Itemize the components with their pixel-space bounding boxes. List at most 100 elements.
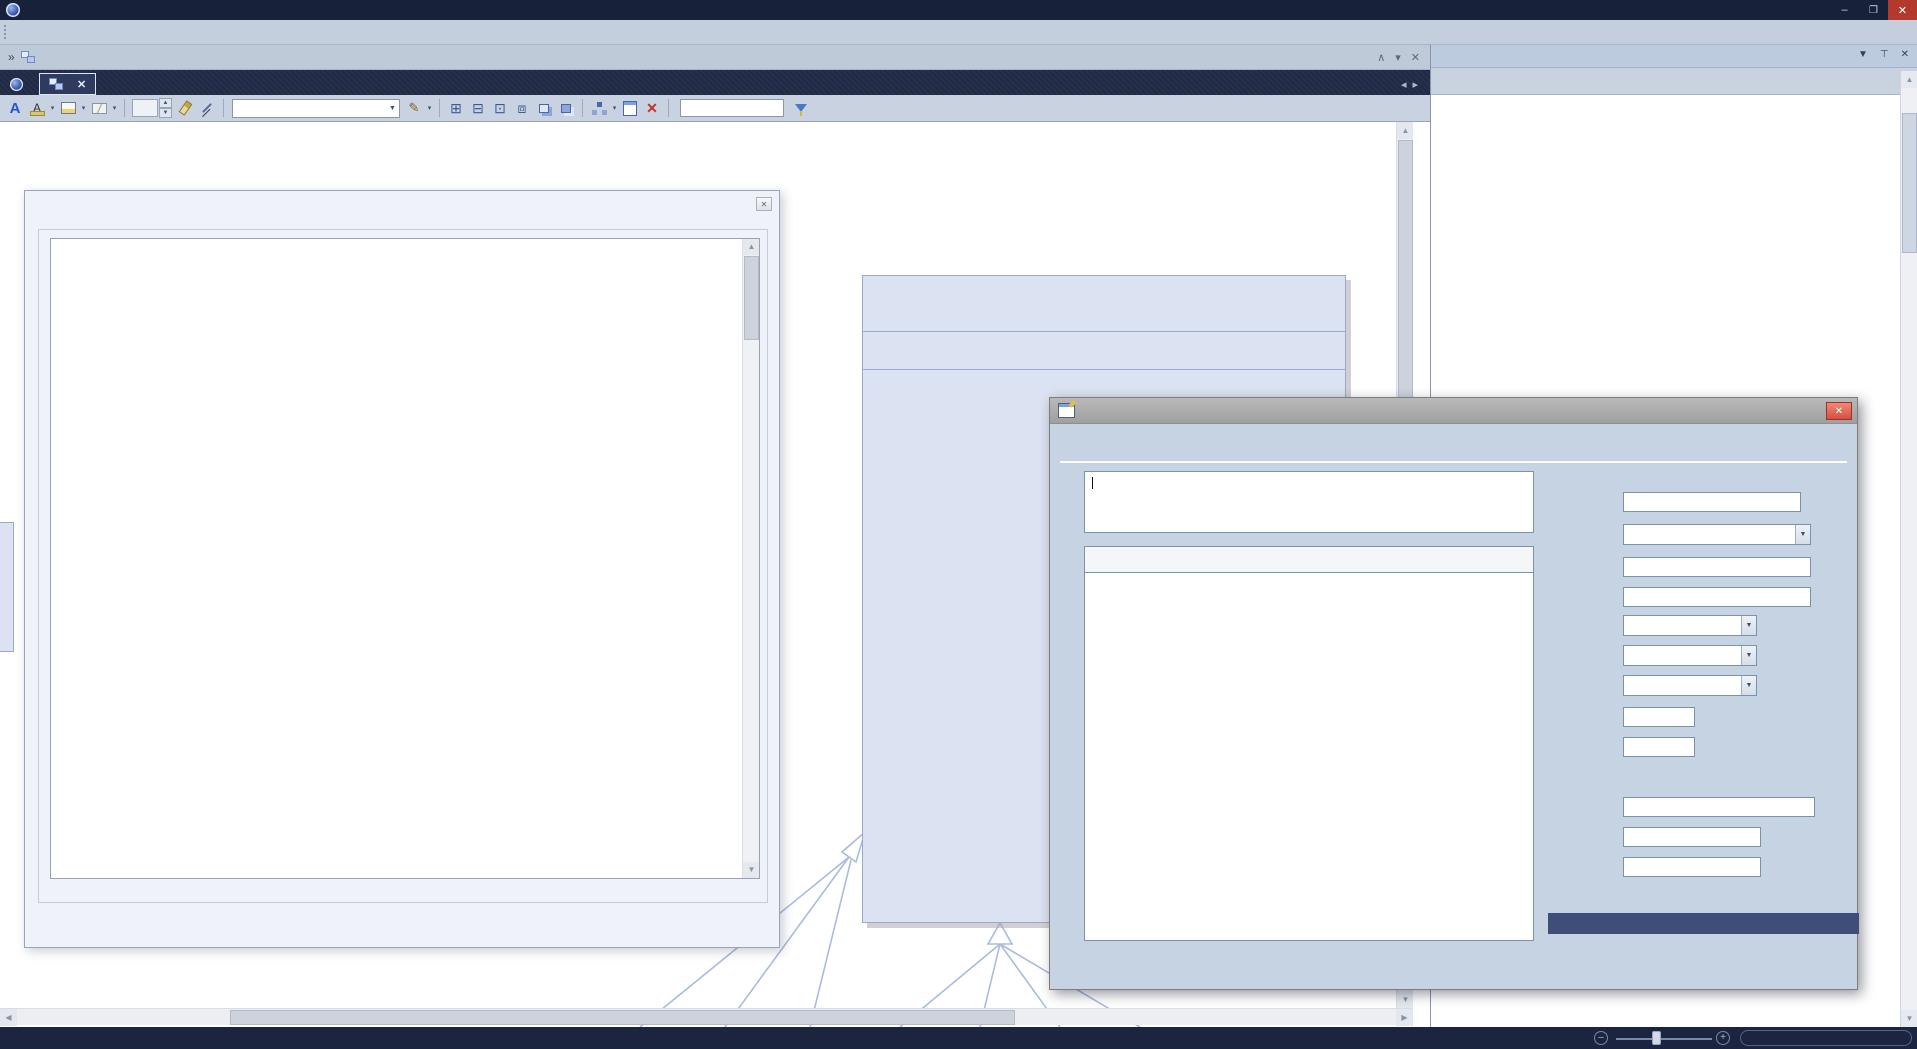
bring-to-front-icon[interactable] xyxy=(533,98,555,118)
align-elements-icon[interactable] xyxy=(445,98,467,118)
make-same-size-icon[interactable] xyxy=(511,98,533,118)
filter-icon[interactable] xyxy=(790,98,812,118)
line-width-down-icon[interactable]: ▼ xyxy=(159,108,172,118)
dialog-titlebar: ✕ xyxy=(1050,398,1857,424)
menu-bar xyxy=(0,20,1917,45)
hierarchy-dropdown-icon[interactable]: ▾ xyxy=(610,98,619,118)
format-toolbar: ▾ ▾ ▾ ▲▼ ▼ ▾ ▾ xyxy=(0,95,1430,122)
close-dialog-button[interactable]: ✕ xyxy=(756,197,772,211)
language-combo[interactable]: ▼ xyxy=(1623,675,1757,696)
zoom-slider-thumb[interactable] xyxy=(1652,1031,1661,1045)
scroll-up-icon[interactable]: ▲ xyxy=(1901,71,1917,88)
delete-icon[interactable] xyxy=(641,98,663,118)
font-color-icon[interactable] xyxy=(26,98,48,118)
pin-icon[interactable]: ⊤ xyxy=(1880,49,1889,60)
quick-search-input[interactable] xyxy=(680,99,784,117)
status-combo[interactable]: ▼ xyxy=(1623,524,1811,545)
properties-dialog-icon xyxy=(1058,403,1075,418)
line-width-value[interactable] xyxy=(132,99,158,117)
scroll-up-icon[interactable]: ▲ xyxy=(1397,122,1413,139)
pane-menu-icon[interactable]: ▾ xyxy=(1395,51,1401,64)
line-width-stepper[interactable]: ▲▼ xyxy=(132,98,172,118)
chevron-down-icon[interactable]: ▼ xyxy=(1741,646,1756,665)
pane-menu-icon[interactable]: ▼ xyxy=(1858,49,1868,60)
style-combo[interactable]: ▼ xyxy=(232,99,400,118)
toolbar-overflow-icon[interactable]: » xyxy=(8,50,15,64)
stereotype-field[interactable] xyxy=(1623,492,1801,512)
zoom-slider[interactable]: – + xyxy=(1594,1030,1734,1046)
align-edges-icon[interactable] xyxy=(467,98,489,118)
scroll-down-icon[interactable]: ▼ xyxy=(1397,991,1413,1008)
alias-field[interactable] xyxy=(1623,557,1811,577)
eyedropper-icon[interactable] xyxy=(196,98,218,118)
fill-color-dropdown-icon[interactable]: ▾ xyxy=(79,98,88,118)
partial-class-element[interactable] xyxy=(0,522,14,652)
document-tab-bar: ✕ ◂▸ xyxy=(0,70,1430,95)
log-scroll-thumb[interactable] xyxy=(744,256,759,340)
close-dialog-button[interactable]: ✕ xyxy=(1826,402,1852,420)
font-icon[interactable] xyxy=(4,98,26,118)
current-action-groupbox: ▲ ▼ xyxy=(38,229,768,903)
tab-scroll-arrows[interactable]: ◂▸ xyxy=(1401,78,1424,91)
maximize-icon xyxy=(1869,4,1878,16)
dialog-bottom-tab-strip xyxy=(1548,913,1859,934)
zoom-out-icon[interactable]: – xyxy=(1594,1031,1608,1045)
canvas-horizontal-scrollbar[interactable]: ◀ ▶ xyxy=(0,1008,1413,1025)
scroll-down-icon[interactable]: ▼ xyxy=(743,862,760,878)
complexity-combo[interactable]: ▼ xyxy=(1623,645,1757,666)
app-logo-icon xyxy=(6,3,20,17)
modified-field xyxy=(1623,857,1761,877)
diagram-properties-icon[interactable] xyxy=(619,98,641,118)
version-field[interactable] xyxy=(1623,707,1695,727)
project-browser-caption[interactable]: ▼ ⊤ ✕ xyxy=(1431,45,1917,68)
save-style-dropdown-icon[interactable]: ▾ xyxy=(425,98,434,118)
set-hierarchy-icon[interactable] xyxy=(588,98,610,118)
chevron-down-icon[interactable]: ▼ xyxy=(1795,525,1810,544)
line-color-dropdown-icon[interactable]: ▾ xyxy=(110,98,119,118)
horizontal-scroll-thumb[interactable] xyxy=(230,1010,1015,1025)
log-vertical-scrollbar[interactable]: ▲ ▼ xyxy=(742,239,759,878)
close-tab-icon[interactable]: ✕ xyxy=(77,78,86,91)
close-pane-icon[interactable]: ✕ xyxy=(1411,51,1420,64)
close-icon xyxy=(1898,4,1907,17)
author-combo[interactable]: ▼ xyxy=(1623,615,1757,636)
fill-color-icon[interactable] xyxy=(57,98,79,118)
send-to-back-icon[interactable] xyxy=(555,98,577,118)
font-color-dropdown-icon[interactable]: ▾ xyxy=(48,98,57,118)
import-log-list[interactable]: ▲ ▼ xyxy=(50,238,760,879)
notes-format-toolbar xyxy=(1084,546,1534,573)
scroll-right-icon[interactable]: ▶ xyxy=(1396,1009,1413,1026)
chevron-down-icon[interactable]: ▼ xyxy=(1741,616,1756,635)
save-style-icon[interactable] xyxy=(403,98,425,118)
tree-vertical-scrollbar[interactable]: ▲ ▼ xyxy=(1900,71,1917,1027)
line-color-icon[interactable] xyxy=(88,98,110,118)
space-evenly-icon[interactable] xyxy=(489,98,511,118)
close-button[interactable] xyxy=(1888,0,1917,20)
maximize-button[interactable] xyxy=(1859,0,1888,20)
minimize-icon xyxy=(1841,4,1847,16)
format-painter-icon[interactable] xyxy=(174,98,196,118)
dialog-title xyxy=(25,191,779,221)
notes-editor[interactable] xyxy=(1084,573,1534,941)
scroll-down-icon[interactable]: ▼ xyxy=(1901,1010,1917,1027)
text-caret xyxy=(1092,477,1093,489)
zoom-in-icon[interactable]: + xyxy=(1716,1031,1730,1045)
class-name xyxy=(863,276,1345,332)
phase-field[interactable] xyxy=(1623,737,1695,757)
created-field xyxy=(1623,827,1761,847)
reverse-engineering-dialog: ✕ ▲ ▼ xyxy=(24,190,780,948)
close-pane-icon[interactable]: ✕ xyxy=(1901,49,1909,60)
chevron-down-icon[interactable]: ▼ xyxy=(386,100,399,117)
tab-start-page[interactable] xyxy=(0,73,39,95)
element-name-field[interactable] xyxy=(1084,471,1534,533)
tree-scroll-thumb[interactable] xyxy=(1902,113,1917,253)
collapse-pane-icon[interactable]: ∧ xyxy=(1377,51,1385,64)
scroll-up-icon[interactable]: ▲ xyxy=(743,239,760,255)
minimize-button[interactable] xyxy=(1830,0,1859,20)
chevron-down-icon[interactable]: ▼ xyxy=(1741,676,1756,695)
tab-profile-xerces[interactable]: ✕ xyxy=(39,73,96,95)
scroll-left-icon[interactable]: ◀ xyxy=(0,1009,17,1026)
line-width-up-icon[interactable]: ▲ xyxy=(159,98,172,108)
toolbar-grip-icon xyxy=(4,25,8,39)
keywords-field[interactable] xyxy=(1623,587,1811,607)
